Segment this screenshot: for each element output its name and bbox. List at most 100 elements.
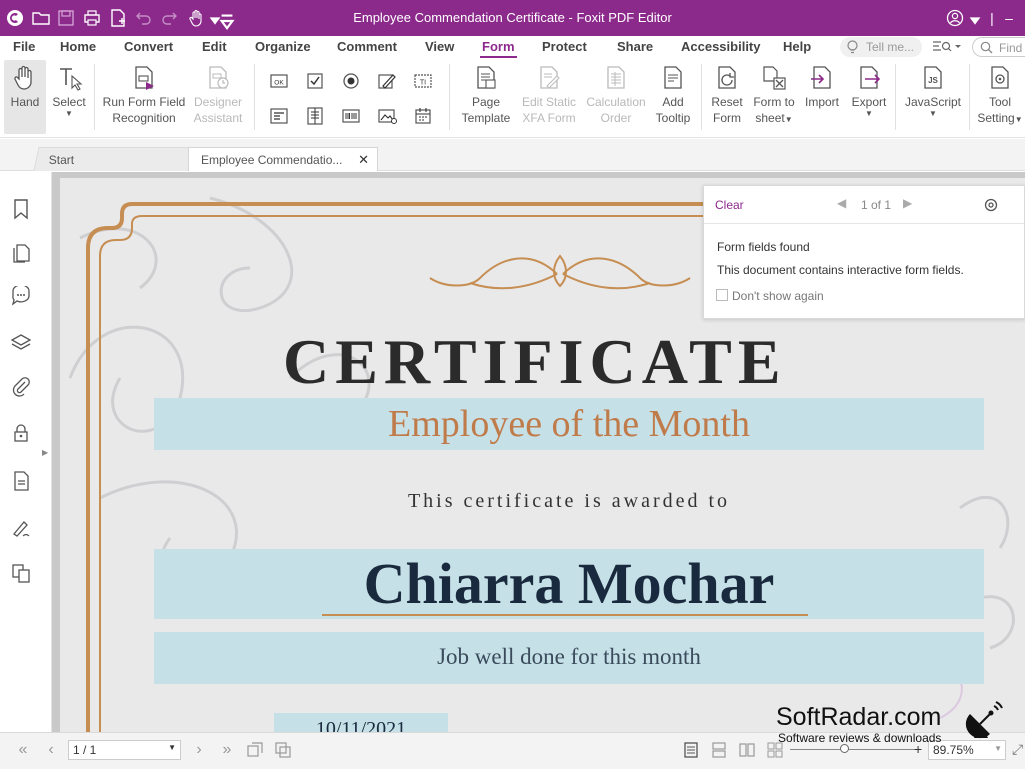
menu-view[interactable]: View: [425, 39, 454, 54]
find-input[interactable]: Find: [972, 37, 1025, 57]
next-page-icon[interactable]: ›: [190, 741, 208, 759]
form-to-sheet-dropdown-icon[interactable]: ▼: [785, 115, 793, 124]
minimize-button[interactable]: –: [995, 6, 1023, 30]
facing-view-icon[interactable]: [738, 741, 756, 759]
layers-icon[interactable]: [10, 332, 32, 354]
date-field-icon[interactable]: [413, 106, 433, 126]
content-icon[interactable]: [10, 470, 32, 492]
account-dropdown-icon[interactable]: [966, 12, 981, 30]
add-tooltip-button[interactable]: Add Tooltip: [652, 60, 694, 126]
javascript-button[interactable]: JS JavaScript ▼: [902, 60, 964, 118]
clear-button[interactable]: Clear: [715, 198, 744, 212]
designer-label-2: Assistant: [193, 111, 243, 125]
menu-protect[interactable]: Protect: [542, 39, 587, 54]
run-form-field-recognition-button[interactable]: Run Form Field Recognition: [100, 60, 188, 126]
menu-comment[interactable]: Comment: [337, 39, 397, 54]
radio-button-field-icon[interactable]: [341, 71, 361, 91]
tool-setting-dropdown-icon[interactable]: ▼: [1015, 115, 1023, 124]
previous-view-icon[interactable]: [246, 741, 264, 759]
export-dropdown-icon[interactable]: ▼: [848, 110, 890, 118]
calculation-order-button[interactable]: Calculation Order: [584, 60, 648, 126]
form-to-sheet-button[interactable]: Form to sheet▼: [751, 60, 797, 128]
menu-accessibility[interactable]: Accessibility: [681, 39, 761, 54]
list-box-field-icon[interactable]: [305, 106, 325, 126]
comments-icon[interactable]: [10, 286, 32, 308]
close-tab-icon[interactable]: ✕: [358, 152, 369, 168]
security-lock-icon[interactable]: [10, 422, 32, 444]
next-view-icon[interactable]: [274, 741, 292, 759]
search-icon: [980, 41, 993, 54]
dont-show-again-checkbox[interactable]: [716, 289, 728, 301]
select-text-icon: [60, 68, 83, 91]
page-template-icon: [477, 66, 496, 89]
form-to-label-2-text: sheet: [755, 111, 785, 125]
export-button[interactable]: Export ▼: [848, 60, 890, 118]
menu-share[interactable]: Share: [617, 39, 653, 54]
signature-field-icon[interactable]: [377, 71, 397, 91]
fullscreen-icon[interactable]: ⤢: [1012, 741, 1023, 758]
menu-convert[interactable]: Convert: [124, 39, 173, 54]
javascript-icon: JS: [924, 66, 942, 89]
account-icon[interactable]: [946, 9, 964, 27]
javascript-dropdown-icon[interactable]: ▼: [902, 110, 964, 118]
menu-form[interactable]: Form: [480, 39, 516, 58]
tab-start[interactable]: Start: [33, 147, 194, 171]
zoom-slider-track[interactable]: [790, 749, 916, 750]
push-button-field-icon[interactable]: OK: [269, 71, 289, 91]
menu-file[interactable]: File: [13, 39, 35, 54]
last-page-icon[interactable]: »: [218, 741, 236, 759]
page-dropdown-icon[interactable]: ▼: [168, 743, 176, 752]
page-template-label-2: Template: [461, 111, 511, 125]
expand-panel-icon[interactable]: ▶: [42, 448, 48, 457]
tool-setting-button[interactable]: Tool Setting▼: [975, 60, 1025, 128]
compare-icon[interactable]: [10, 562, 32, 584]
signature-icon[interactable]: [10, 516, 32, 538]
form-to-label-2: sheet▼: [751, 110, 797, 128]
page-template-button[interactable]: Page Template: [458, 60, 514, 126]
bookmark-icon[interactable]: [10, 198, 32, 220]
zoom-slider-thumb[interactable]: [840, 744, 850, 753]
export-icon: [860, 66, 881, 89]
barcode-field-icon[interactable]: [341, 106, 361, 126]
recipient-underline: [322, 614, 808, 616]
page-template-label-1: Page: [471, 95, 501, 109]
menu-organize[interactable]: Organize: [255, 39, 311, 54]
menu-edit[interactable]: Edit: [202, 39, 227, 54]
tab-document[interactable]: Employee Commendatio... ✕: [188, 147, 378, 171]
export-label: Export: [851, 95, 887, 109]
designer-assistant-button[interactable]: Designer Assistant: [190, 60, 246, 126]
menu-help[interactable]: Help: [783, 39, 811, 54]
image-field-icon[interactable]: [377, 106, 397, 126]
satellite-dish-logo-icon: [965, 701, 1003, 739]
import-icon: [811, 66, 831, 89]
navigation-sidebar: ▶: [0, 172, 52, 732]
previous-icon[interactable]: ◀: [837, 196, 846, 210]
tell-me-search[interactable]: Tell me...: [840, 37, 922, 57]
select-dropdown-icon[interactable]: ▼: [50, 110, 88, 118]
pages-icon[interactable]: [10, 242, 32, 264]
select-tool-button[interactable]: Select ▼: [50, 60, 88, 118]
reset-label-1: Reset: [711, 95, 743, 109]
settings-gear-icon[interactable]: [984, 198, 998, 212]
awarded-to-text: This certificate is awarded to: [407, 490, 731, 512]
page-number-input[interactable]: 1 / 1 ▼: [68, 740, 181, 760]
text-field-icon[interactable]: TI: [413, 71, 433, 91]
first-page-icon[interactable]: «: [14, 741, 32, 759]
check-box-field-icon[interactable]: [305, 71, 325, 91]
next-icon[interactable]: ▶: [903, 196, 912, 210]
single-page-view-icon[interactable]: [682, 741, 700, 759]
hand-tool-button[interactable]: Hand: [4, 60, 46, 134]
combo-box-field-icon[interactable]: [269, 106, 289, 126]
import-button[interactable]: Import: [802, 60, 842, 110]
edit-static-xfa-form-button[interactable]: Edit Static XFA Form: [519, 60, 579, 126]
previous-page-icon[interactable]: ‹: [42, 741, 60, 759]
attachments-icon[interactable]: [10, 376, 32, 398]
reset-form-button[interactable]: Reset Form: [707, 60, 747, 126]
zoom-dropdown-icon[interactable]: ▼: [994, 744, 1002, 753]
calculation-order-icon: [607, 66, 625, 89]
menu-home[interactable]: Home: [60, 39, 96, 54]
certificate-message: Job well done for this month: [437, 644, 701, 669]
continuous-view-icon[interactable]: [710, 741, 728, 759]
tell-me-placeholder: Tell me...: [866, 40, 915, 54]
search-options-icon[interactable]: [932, 39, 962, 55]
